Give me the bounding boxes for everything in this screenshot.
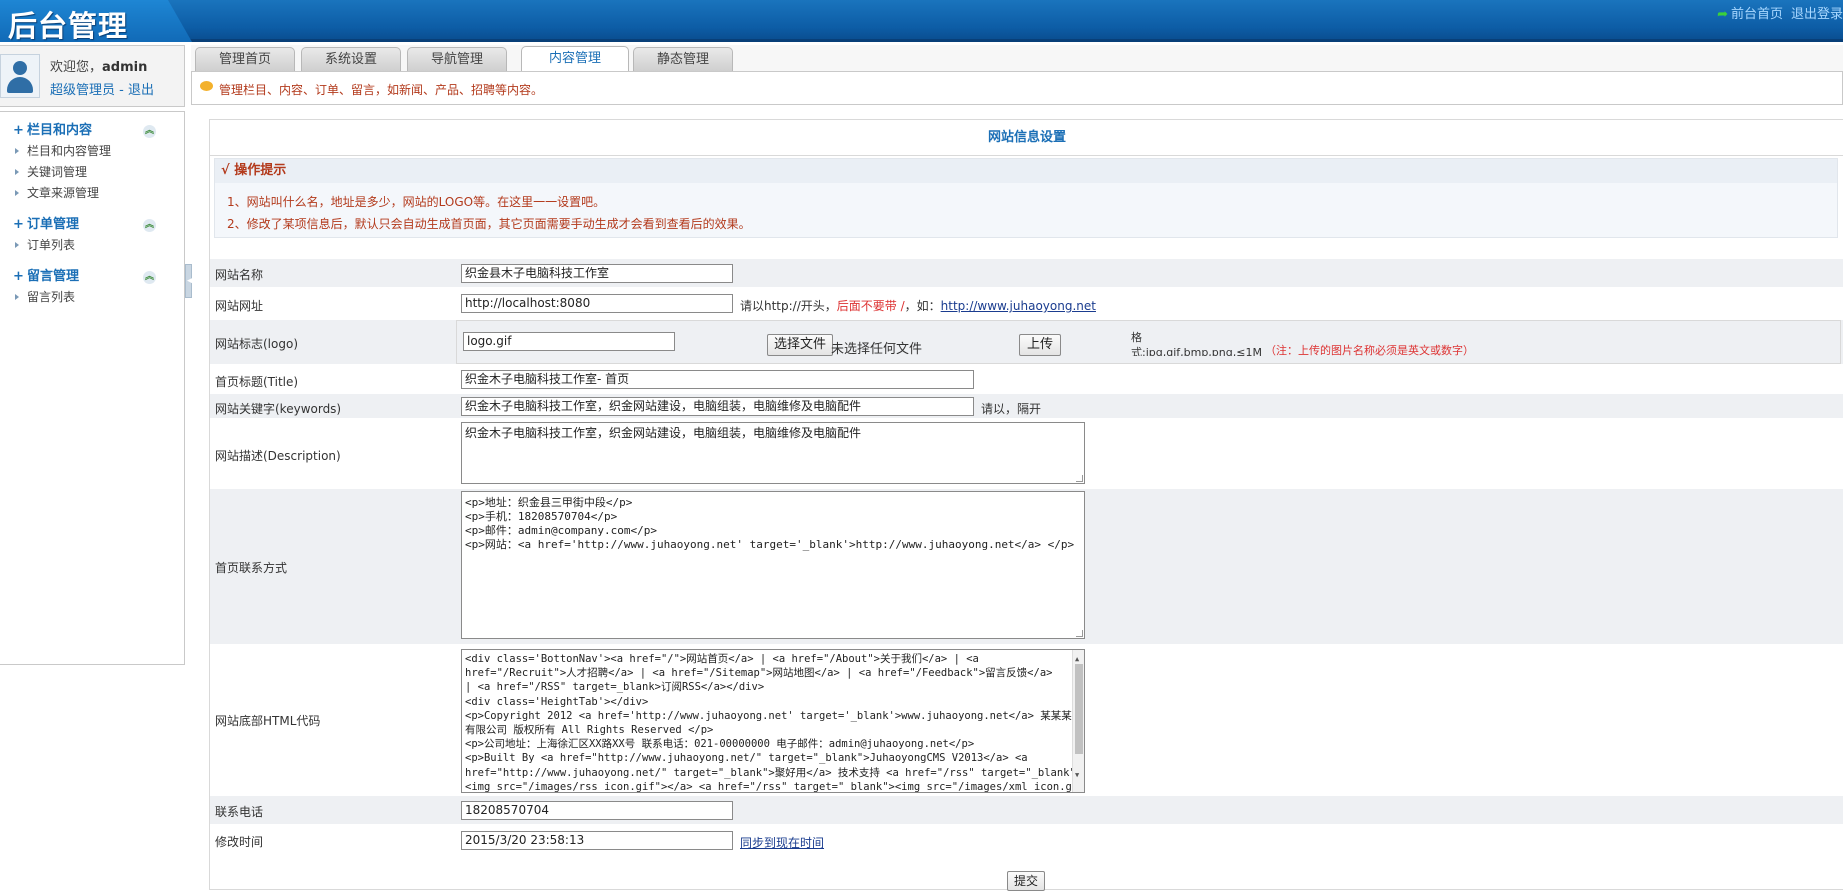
example-url-link[interactable]: http://www.juhaoyong.net	[941, 299, 1096, 313]
sidebar-group-orders: + 订单管理 ︽ 订单列表	[0, 215, 185, 256]
avatar	[0, 54, 40, 98]
footer-html-textarea[interactable]: <div class='BottonNav'><a href="/">网站首页<…	[461, 649, 1085, 793]
sidebar-item-message-list[interactable]: 留言列表	[0, 287, 185, 308]
logo-path-input[interactable]: logo.gif	[463, 332, 675, 351]
row-home-title: 首页标题(Title) 织金木子电脑科技工作室- 首页	[210, 366, 1843, 392]
tip-line: 1、网站叫什么名，地址是多少，网站的LOGO等。在这里一一设置吧。	[227, 195, 606, 209]
logo-note: （注：上传的图片名称必须是英文或数字）	[1265, 344, 1474, 357]
row-keywords: 网站关键字(keywords) 织金木子电脑科技工作室，织金网站建设，电脑组装，…	[210, 394, 1843, 418]
sidebar-item-content-manage[interactable]: 栏目和内容管理	[0, 141, 185, 162]
row-description: 网站描述(Description) 织金木子电脑科技工作室，织金网站建设，电脑组…	[210, 420, 1843, 487]
sidebar: + 栏目和内容 ︽ 栏目和内容管理 关键词管理 文章来源管理 + 订单管理 ︽ …	[0, 111, 185, 665]
tab-system-settings[interactable]: 系统设置	[301, 47, 401, 71]
username: admin	[102, 60, 148, 75]
arrow-right-icon	[15, 148, 19, 154]
tab-hint-bar: 管理栏目、内容、订单、留言，如新闻、产品、招聘等内容。	[191, 71, 1843, 105]
sidebar-toggle[interactable]: ◀	[185, 264, 194, 298]
arrow-right-icon	[15, 190, 19, 196]
site-name-input[interactable]: 织金县木子电脑科技工作室	[461, 264, 733, 283]
site-url-input[interactable]: http://localhost:8080	[461, 294, 733, 313]
top-header: 后台管理 ➦ 前台首页 退出登录	[0, 0, 1843, 42]
choose-file-button[interactable]: 选择文件	[767, 334, 834, 356]
format-hint: 式:jpg,gif,bmp,png,≤1M	[1131, 346, 1262, 356]
speech-bubble-icon	[200, 81, 213, 91]
main-form: 网站信息设置 √ 操作提示 1、网站叫什么名，地址是多少，网站的LOGO等。在这…	[209, 119, 1843, 891]
tab-bar: 管理首页 系统设置 导航管理 内容管理 静态管理	[191, 45, 1843, 72]
collapse-icon[interactable]: ︽	[143, 219, 156, 232]
arrow-right-icon	[15, 169, 19, 175]
arrow-right-icon	[15, 294, 19, 300]
contact-textarea[interactable]: <p>地址：织金县三甲街中段</p> <p>手机：18208570704</p>…	[461, 491, 1085, 639]
keywords-hint: 请以，隔开	[981, 402, 1042, 416]
site-url-hint: 请以http://开头，后面不要带 /，如：http://www.juhaoyo…	[740, 299, 1096, 313]
tab-nav-management[interactable]: 导航管理	[407, 47, 507, 71]
home-icon: ➦	[1717, 7, 1728, 22]
tab-static-management[interactable]: 静态管理	[633, 47, 733, 71]
row-logo: 网站标志(logo) logo.gif 选择文件 未选择任何文件 上传 格 式:…	[210, 320, 1843, 364]
sync-time-link[interactable]: 同步到现在时间	[740, 834, 824, 851]
chevron-left-icon: ◀	[187, 276, 194, 286]
arrow-right-icon	[15, 242, 19, 248]
tip-line: 2、修改了某项信息后，默认只会自动生成首页面，其它页面需要手动生成才会看到查看后…	[227, 217, 751, 231]
logo-area: 后台管理	[0, 0, 192, 42]
modified-time-input[interactable]: 2015/3/20 23:58:13	[461, 831, 733, 850]
plus-icon: +	[13, 217, 24, 232]
sidebar-group-header[interactable]: + 留言管理 ︽	[0, 267, 185, 287]
sidebar-item-order-list[interactable]: 订单列表	[0, 235, 185, 256]
row-footer-html: 网站底部HTML代码 <div class='BottonNav'><a hre…	[210, 646, 1843, 794]
collapse-icon[interactable]: ︽	[143, 271, 156, 284]
front-home-link[interactable]: 前台首页	[1731, 7, 1783, 22]
upload-button[interactable]: 上传	[1019, 334, 1062, 356]
home-title-input[interactable]: 织金木子电脑科技工作室- 首页	[461, 370, 974, 389]
phone-input[interactable]: 18208570704	[461, 801, 733, 820]
role-logout-link[interactable]: 超级管理员 - 退出	[50, 79, 154, 98]
tab-hint: 管理栏目、内容、订单、留言，如新闻、产品、招聘等内容。	[219, 83, 544, 97]
row-site-name: 网站名称 织金县木子电脑科技工作室	[210, 259, 1843, 287]
plus-icon: +	[13, 269, 24, 284]
row-site-url: 网站网址 http://localhost:8080 请以http://开头，后…	[210, 289, 1843, 318]
sidebar-item-article-source[interactable]: 文章来源管理	[0, 183, 185, 204]
description-textarea[interactable]: 织金木子电脑科技工作室，织金网站建设，电脑组装，电脑维修及电脑配件	[461, 422, 1085, 484]
sidebar-group-header[interactable]: + 栏目和内容 ︽	[0, 121, 185, 141]
format-hint: 格	[1131, 331, 1142, 344]
row-modified-time: 修改时间 2015/3/20 23:58:13 同步到现在时间	[210, 826, 1843, 854]
sidebar-item-keywords[interactable]: 关键词管理	[0, 162, 185, 183]
row-phone: 联系电话 18208570704	[210, 796, 1843, 824]
scroll-down-icon[interactable]: ▼	[1075, 768, 1079, 782]
user-panel: 欢迎您，admin 超级管理员 - 退出	[0, 45, 185, 107]
no-file-text: 未选择任何文件	[831, 342, 923, 357]
keywords-input[interactable]: 织金木子电脑科技工作室，织金网站建设，电脑组装，电脑维修及电脑配件	[461, 397, 974, 416]
top-links: ➦ 前台首页 退出登录	[1709, 3, 1843, 22]
logout-link[interactable]: 退出登录	[1791, 7, 1843, 22]
tips-box: √ 操作提示 1、网站叫什么名，地址是多少，网站的LOGO等。在这里一一设置吧。…	[214, 158, 1838, 238]
welcome-text: 欢迎您，admin	[50, 60, 148, 75]
collapse-icon[interactable]: ︽	[143, 125, 156, 138]
sidebar-group-content: + 栏目和内容 ︽ 栏目和内容管理 关键词管理 文章来源管理	[0, 121, 185, 204]
sidebar-group-messages: + 留言管理 ︽ 留言列表	[0, 267, 185, 308]
tab-dashboard[interactable]: 管理首页	[195, 47, 295, 71]
submit-button[interactable]: 提交	[1007, 871, 1046, 891]
row-contact: 首页联系方式 <p>地址：织金县三甲街中段</p> <p>手机：18208570…	[210, 489, 1843, 644]
plus-icon: +	[13, 123, 24, 138]
textarea-scrollbar[interactable]: ▲ ▼	[1072, 650, 1084, 792]
logo: 后台管理	[8, 9, 129, 43]
sidebar-group-header[interactable]: + 订单管理 ︽	[0, 215, 185, 235]
tab-content-management[interactable]: 内容管理	[521, 46, 629, 72]
tips-title: √ 操作提示	[215, 159, 1837, 183]
form-title: 网站信息设置	[210, 120, 1843, 156]
